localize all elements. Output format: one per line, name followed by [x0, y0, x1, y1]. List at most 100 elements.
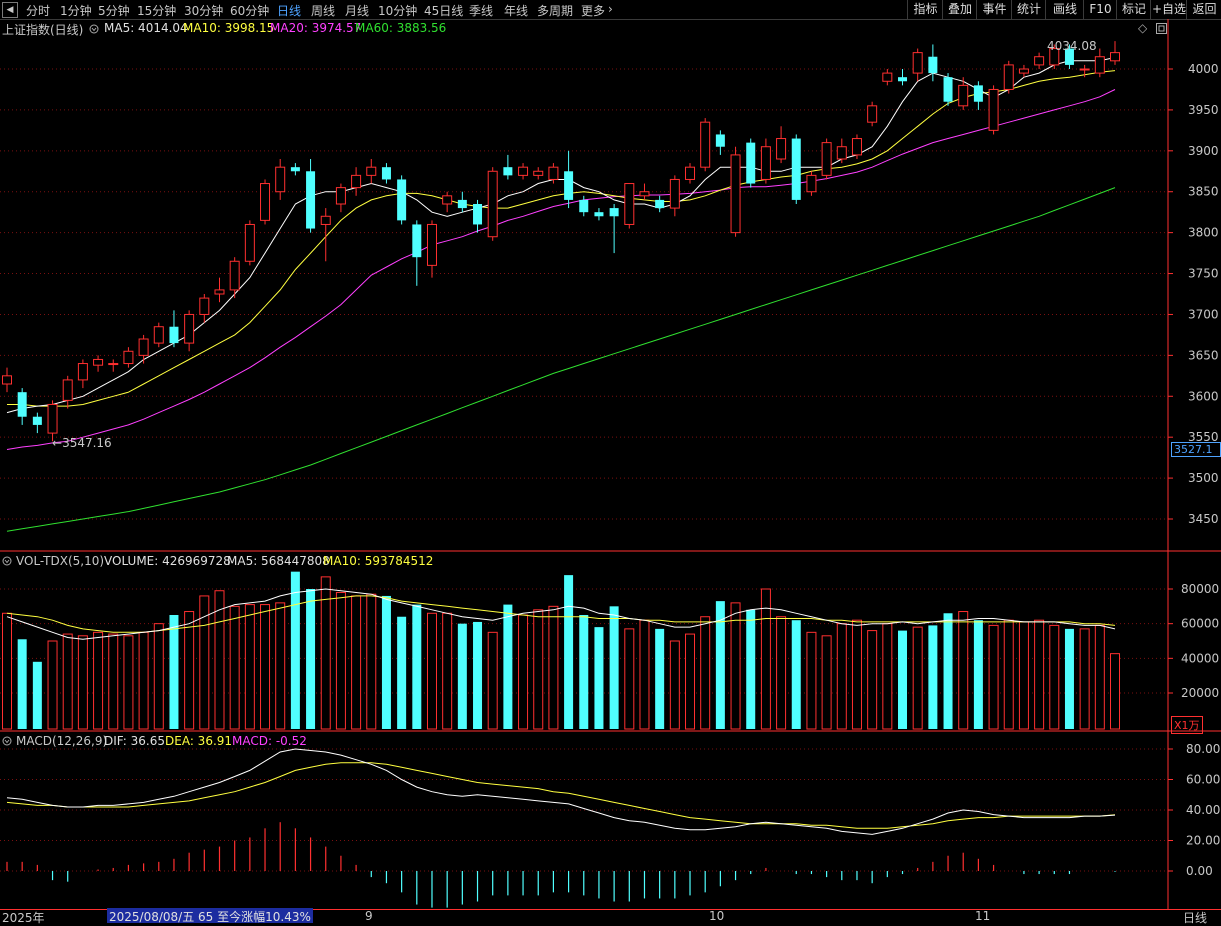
candle-body [426, 223, 437, 266]
candle-body [518, 166, 529, 176]
candle-body [17, 392, 27, 417]
candle-body [32, 416, 42, 425]
dropdown-icon[interactable] [89, 24, 99, 34]
candle-body [624, 183, 635, 225]
high-price-label: 4034.08 [1047, 39, 1097, 53]
candle-body [533, 170, 544, 176]
volume-bar [609, 606, 619, 729]
candle-body [1110, 52, 1120, 62]
index-title: 上证指数(日线) [2, 23, 84, 37]
volume-bar [62, 633, 73, 730]
candle-body [397, 179, 407, 221]
candle-body [457, 199, 467, 209]
year-label: 2025年 [2, 911, 45, 925]
volume-bar [791, 620, 801, 729]
candle-body [275, 166, 286, 193]
candle-body [214, 289, 225, 295]
volume-bar [898, 630, 908, 729]
volume-bar [973, 620, 983, 729]
candle-body [898, 77, 908, 82]
volume-bar [244, 604, 255, 730]
volume-bar [655, 628, 665, 729]
candle-body [473, 204, 483, 225]
vol-tick-label: 40000 [1181, 651, 1219, 665]
vol-tick-label: 60000 [1181, 617, 1219, 631]
low-price-label: 3547.16 [62, 436, 112, 450]
candle-body [320, 215, 331, 225]
macd-tick-label: 0.00 [1186, 864, 1213, 878]
price-tick-label: 3800 [1188, 226, 1219, 240]
candle-body [746, 142, 756, 184]
volume-bar [1110, 653, 1120, 730]
candle-body [487, 170, 498, 238]
volume-bar [47, 640, 58, 730]
price-tick-label: 3850 [1188, 185, 1219, 199]
vol-dropdown-icon[interactable] [2, 556, 12, 566]
volume-bar [487, 631, 498, 730]
macd-title: MACD(12,26,9) [16, 734, 108, 748]
candle-body [108, 363, 119, 366]
volume-bar [17, 639, 27, 729]
candle-body [442, 195, 453, 205]
volume-bar [2, 612, 12, 730]
diamond-icon[interactable]: ◇ [1138, 21, 1147, 35]
volume-bar [548, 605, 559, 730]
volume-bar [518, 614, 529, 730]
candle-body [1079, 68, 1090, 71]
volume-bar [1018, 621, 1029, 730]
candle-body [579, 199, 589, 213]
candle-body [639, 191, 650, 197]
candle-body [669, 178, 680, 209]
volume-bar [229, 605, 240, 730]
price-tick-label: 3750 [1188, 267, 1219, 281]
volume-bar [1079, 628, 1090, 730]
candle-body [351, 174, 362, 189]
candle-body [821, 142, 832, 176]
volume-bar [1049, 624, 1060, 730]
candle-body [882, 72, 893, 82]
candle-body [1003, 64, 1014, 90]
candle-body [2, 375, 12, 385]
kline-chart[interactable]: 4000395039003850380037503700365036003550… [0, 0, 1221, 924]
candle-body [655, 199, 665, 209]
vol-volume: VOLUME: 426969728 [104, 554, 231, 568]
vol-ma5: MA5: 568447808 [227, 554, 330, 568]
macd-dropdown-icon[interactable] [2, 736, 12, 746]
candle-body [260, 183, 271, 221]
ma60-line [6, 187, 1116, 532]
ma60-value: MA60: 3883.56 [355, 21, 447, 35]
volume-bar [821, 635, 832, 730]
volume-bar [579, 615, 589, 729]
ma20-line [6, 89, 1116, 450]
macd-tick-label: 60.00 [1186, 773, 1220, 787]
candle-body [943, 77, 953, 102]
macd-dif: DIF: 36.65 [104, 734, 165, 748]
candle-body [1094, 56, 1105, 74]
ma20-value: MA20: 3974.57 [270, 21, 362, 35]
volume-bar [77, 635, 88, 730]
candle-body [548, 166, 559, 180]
month-label-9: 9 [365, 909, 373, 923]
candle-body [199, 297, 210, 315]
volume-bar [928, 625, 938, 729]
month-label-11: 11 [975, 909, 991, 923]
vol-title: VOL-TDX(5,10) [16, 554, 105, 568]
volume-bar [669, 640, 680, 730]
candle-body [138, 338, 149, 356]
candle-body [928, 56, 938, 74]
volume-bar [108, 633, 119, 730]
volume-bar [867, 630, 878, 730]
candle-body [153, 326, 164, 344]
window-icon[interactable] [1156, 23, 1167, 34]
volume-bar [685, 633, 696, 730]
candle-body [335, 187, 346, 205]
price-tick-label: 3450 [1188, 512, 1219, 526]
vol-ma10: MA10: 593784512 [323, 554, 434, 568]
candle-body [760, 146, 771, 180]
volume-bar [306, 589, 316, 729]
candle-body [836, 146, 847, 160]
volume-bar [1094, 624, 1105, 730]
candle-body [503, 167, 513, 176]
volume-bar [290, 571, 300, 729]
volume-bar [533, 609, 544, 730]
